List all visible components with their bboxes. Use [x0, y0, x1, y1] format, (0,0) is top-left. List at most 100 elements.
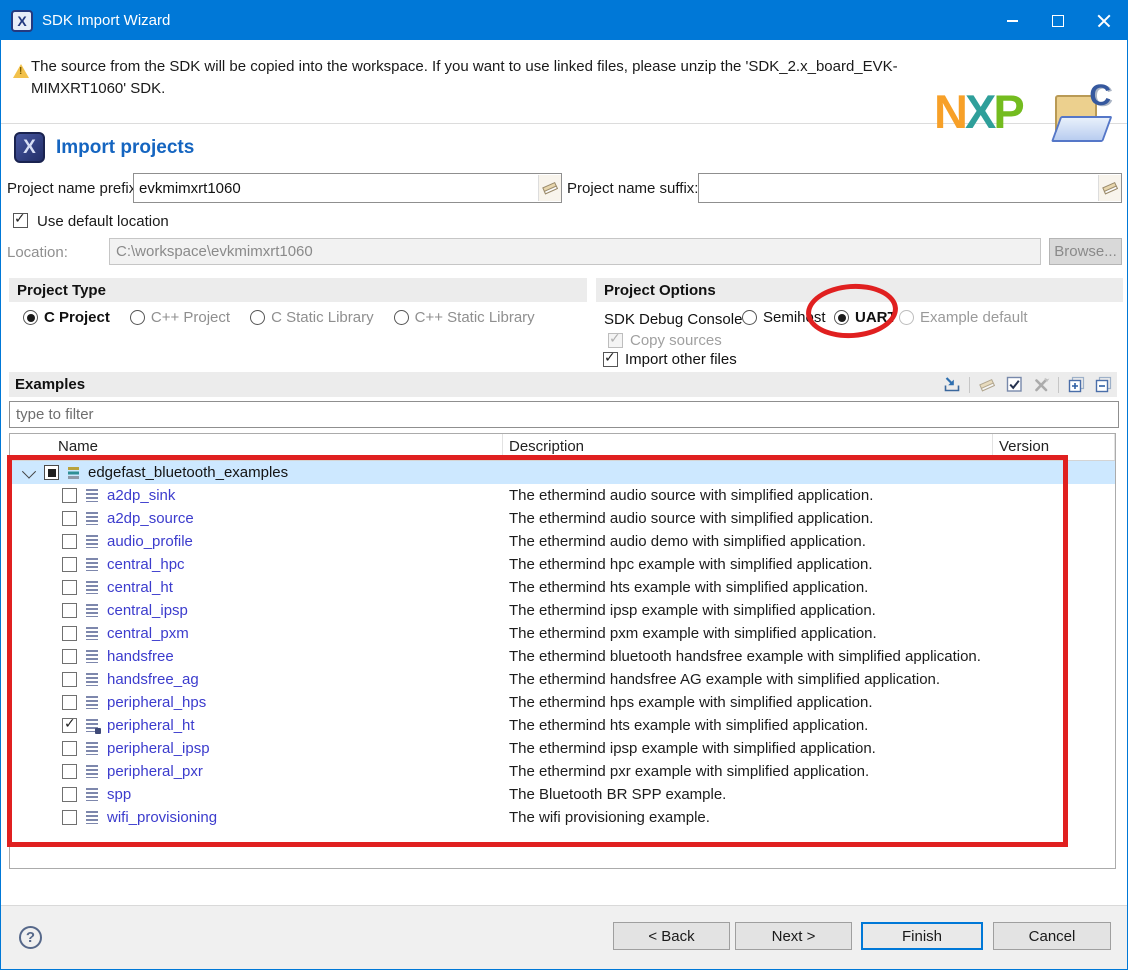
use-default-location-checkbox[interactable]: [13, 213, 28, 228]
example-checkbox[interactable]: [62, 695, 77, 710]
example-name-link[interactable]: peripheral_pxr: [107, 763, 203, 780]
example-file-icon: [86, 811, 98, 824]
radio-uart[interactable]: UART: [834, 309, 897, 326]
example-checkbox[interactable]: [62, 626, 77, 641]
example-file-icon: [86, 696, 98, 709]
column-header-version[interactable]: Version: [999, 438, 1049, 455]
import-other-files-checkbox[interactable]: [603, 352, 618, 367]
radio-cpp-project[interactable]: C++ Project: [130, 309, 230, 326]
help-button[interactable]: ?: [19, 926, 42, 949]
example-file-icon: [86, 719, 98, 732]
example-name-link[interactable]: central_pxm: [107, 625, 189, 642]
example-name-link[interactable]: peripheral_ht: [107, 717, 195, 734]
example-name-link[interactable]: central_ht: [107, 579, 173, 596]
example-checkbox[interactable]: [62, 741, 77, 756]
example-name-link[interactable]: central_ipsp: [107, 602, 188, 619]
c-project-folder-icon: C: [1049, 86, 1109, 144]
radio-semihost[interactable]: Semihost: [742, 309, 826, 326]
table-row[interactable]: spp The Bluetooth BR SPP example.: [10, 783, 1115, 806]
group-row[interactable]: edgefast_bluetooth_examples: [10, 461, 1115, 484]
table-row[interactable]: central_pxm The ethermind pxm example wi…: [10, 622, 1115, 645]
radio-icon: [394, 310, 409, 325]
import-sdk-examples-button[interactable]: [942, 375, 962, 395]
table-row[interactable]: audio_profile The ethermind audio demo w…: [10, 530, 1115, 553]
table-row[interactable]: wifi_provisioning The wifi provisioning …: [10, 806, 1115, 829]
radio-c-static-library[interactable]: C Static Library: [250, 309, 374, 326]
table-row[interactable]: central_ht The ethermind hts example wit…: [10, 576, 1115, 599]
example-name-link[interactable]: a2dp_sink: [107, 487, 175, 504]
expand-all-icon: [1068, 376, 1085, 393]
import-other-files-label: Import other files: [625, 351, 737, 368]
expand-all-button[interactable]: [1066, 375, 1086, 395]
example-name-link[interactable]: peripheral_ipsp: [107, 740, 210, 757]
example-description: The ethermind pxr example with simplifie…: [509, 763, 869, 780]
table-row[interactable]: peripheral_ht The ethermind hts example …: [10, 714, 1115, 737]
example-file-icon: [86, 742, 98, 755]
maximize-button[interactable]: [1035, 1, 1081, 40]
example-checkbox[interactable]: [62, 672, 77, 687]
column-header-description[interactable]: Description: [509, 438, 584, 455]
example-checkbox[interactable]: [62, 557, 77, 572]
example-checkbox[interactable]: [62, 649, 77, 664]
minimize-button[interactable]: [989, 1, 1035, 40]
warning-icon: [13, 64, 29, 78]
group-tristate-checkbox[interactable]: [44, 465, 59, 480]
cancel-button[interactable]: Cancel: [993, 922, 1111, 950]
select-all-button[interactable]: [1004, 375, 1024, 395]
next-button[interactable]: Next >: [735, 922, 852, 950]
example-checkbox[interactable]: [62, 603, 77, 618]
toolbar-separator: [1058, 377, 1059, 393]
example-checkbox[interactable]: [62, 488, 77, 503]
folder-front-icon: [1051, 116, 1112, 142]
radio-cpp-static-library[interactable]: C++ Static Library: [394, 309, 535, 326]
example-checkbox[interactable]: [62, 580, 77, 595]
example-checkbox[interactable]: [62, 787, 77, 802]
table-row[interactable]: central_ipsp The ethermind ipsp example …: [10, 599, 1115, 622]
example-name-link[interactable]: central_hpc: [107, 556, 185, 573]
table-row[interactable]: a2dp_sink The ethermind audio source wit…: [10, 484, 1115, 507]
example-checkbox[interactable]: [62, 764, 77, 779]
example-description: The ethermind handsfree AG example with …: [509, 671, 940, 688]
example-name-link[interactable]: peripheral_hps: [107, 694, 206, 711]
example-checkbox[interactable]: [62, 718, 77, 733]
example-file-icon: [86, 535, 98, 548]
radio-label: C Static Library: [271, 309, 374, 326]
example-checkbox[interactable]: [62, 534, 77, 549]
example-checkbox[interactable]: [62, 810, 77, 825]
use-default-location-label: Use default location: [37, 213, 169, 230]
close-button[interactable]: [1081, 1, 1127, 40]
example-name-link[interactable]: spp: [107, 786, 131, 803]
collapse-all-button[interactable]: [1093, 375, 1113, 395]
example-name-link[interactable]: handsfree_ag: [107, 671, 199, 688]
chevron-down-icon[interactable]: [22, 464, 36, 478]
table-row[interactable]: central_hpc The ethermind hpc example wi…: [10, 553, 1115, 576]
example-checkbox[interactable]: [62, 511, 77, 526]
examples-filter-input[interactable]: [9, 401, 1119, 428]
radio-label: C Project: [44, 309, 110, 326]
eraser-icon: [541, 180, 559, 196]
table-row[interactable]: peripheral_hps The ethermind hps example…: [10, 691, 1115, 714]
suffix-clear-button[interactable]: [1098, 175, 1121, 201]
table-row[interactable]: peripheral_pxr The ethermind pxr example…: [10, 760, 1115, 783]
example-name-link[interactable]: a2dp_source: [107, 510, 194, 527]
column-header-name[interactable]: Name: [58, 438, 98, 455]
location-field: C:\workspace\evkmimxrt1060: [109, 238, 1041, 265]
table-row[interactable]: peripheral_ipsp The ethermind ipsp examp…: [10, 737, 1115, 760]
project-options-title: Project Options: [596, 278, 1123, 302]
example-name-link[interactable]: wifi_provisioning: [107, 809, 217, 826]
example-description: The Bluetooth BR SPP example.: [509, 786, 726, 803]
table-row[interactable]: a2dp_source The ethermind audio source w…: [10, 507, 1115, 530]
column-separator: [1114, 434, 1115, 460]
example-name-link[interactable]: handsfree: [107, 648, 174, 665]
table-row[interactable]: handsfree The ethermind bluetooth handsf…: [10, 645, 1115, 668]
suffix-input[interactable]: [698, 173, 1122, 203]
c-glyph: C: [1089, 79, 1111, 113]
example-name-link[interactable]: audio_profile: [107, 533, 193, 550]
prefix-input[interactable]: [133, 173, 562, 203]
import-other-files-option[interactable]: Import other files: [603, 351, 737, 368]
table-row[interactable]: handsfree_ag The ethermind handsfree AG …: [10, 668, 1115, 691]
radio-c-project[interactable]: C Project: [23, 309, 110, 326]
finish-button[interactable]: Finish: [861, 922, 983, 950]
prefix-clear-button[interactable]: [538, 175, 561, 201]
back-button[interactable]: < Back: [613, 922, 730, 950]
